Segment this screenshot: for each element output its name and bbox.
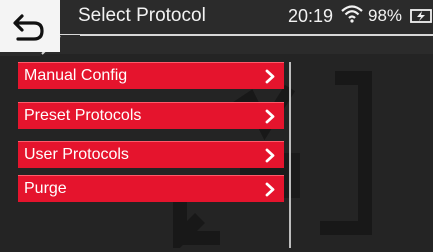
menu-item-label: User Protocols: [24, 146, 129, 163]
battery-charging-icon: [410, 9, 432, 23]
screen: Select Protocol 20:19 98% Manual Config …: [0, 0, 433, 252]
status-time: 20:19: [288, 6, 334, 26]
page-title: Select Protocol: [78, 5, 206, 26]
wifi-icon: [341, 5, 363, 23]
header-divider: [60, 34, 433, 36]
chevron-right-icon: [265, 69, 275, 84]
menu-item-purge[interactable]: Purge: [18, 175, 284, 202]
menu-item-label: Manual Config: [24, 67, 128, 84]
header-bar: Select Protocol 20:19 98%: [0, 0, 433, 56]
menu-item-manual-config[interactable]: Manual Config: [18, 62, 284, 89]
chevron-right-icon: [265, 148, 275, 163]
menu-item-label: Preset Protocols: [24, 107, 142, 124]
menu-item-user-protocols[interactable]: User Protocols: [18, 141, 284, 168]
back-button[interactable]: [0, 0, 60, 52]
vertical-divider: [289, 62, 291, 248]
menu-item-label: Purge: [24, 180, 67, 197]
menu-item-preset-protocols[interactable]: Preset Protocols: [18, 102, 284, 129]
back-arrow-icon: [13, 14, 44, 41]
chevron-right-icon: [265, 182, 275, 197]
chevron-right-icon: [265, 109, 275, 124]
battery-level: 98%: [368, 6, 403, 25]
